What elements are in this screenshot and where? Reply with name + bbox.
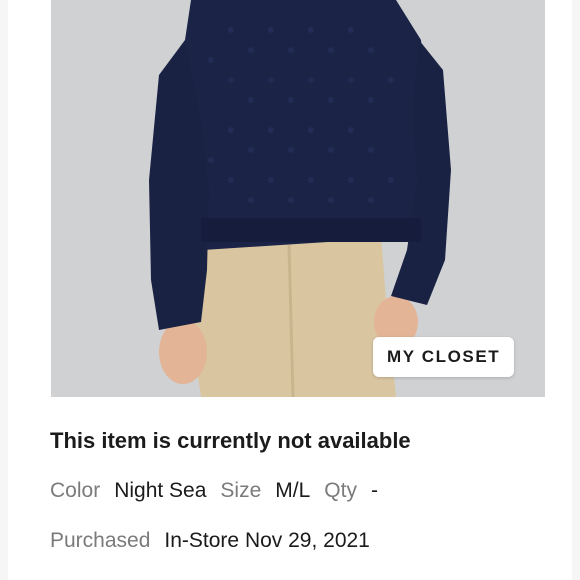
color-value: Night Sea: [114, 479, 207, 502]
size-value: M/L: [275, 479, 311, 502]
purchased-label: Purchased: [50, 529, 151, 552]
detail-row-attributes: Color Night Sea Size M/L Qty -: [50, 479, 378, 503]
my-closet-badge[interactable]: MY CLOSET: [373, 337, 515, 377]
detail-row-purchase: Purchased In-Store Nov 29, 2021: [50, 529, 370, 553]
color-label: Color: [50, 479, 101, 502]
my-closet-label: MY CLOSET: [387, 347, 501, 366]
purchased-value: In-Store Nov 29, 2021: [164, 529, 370, 552]
qty-value: -: [370, 479, 378, 502]
qty-label: Qty: [324, 479, 357, 502]
availability-status: This item is currently not available: [50, 428, 411, 453]
size-label: Size: [220, 479, 262, 502]
product-card: MY CLOSET This item is currently not ava…: [8, 0, 572, 580]
